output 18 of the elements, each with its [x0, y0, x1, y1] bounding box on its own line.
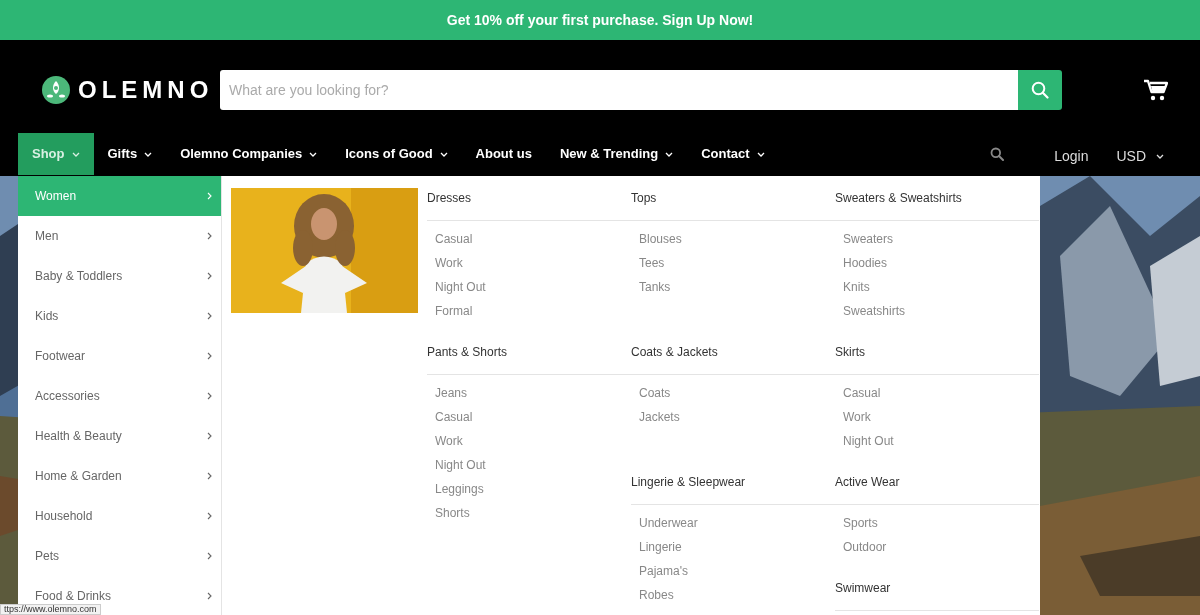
nav-tab[interactable]: Icons of Good	[331, 133, 462, 175]
currency-dropdown[interactable]: USD	[1102, 133, 1178, 175]
nav-tab[interactable]: Contact	[687, 133, 779, 175]
login-link[interactable]: Login	[1040, 133, 1103, 175]
logo-icon	[42, 76, 70, 104]
search-button[interactable]	[1018, 70, 1062, 110]
promo-banner-text[interactable]: Get 10% off your first purchase. Sign Up Now!	[446, 9, 754, 31]
nav-tab[interactable]: New & Trending	[545, 133, 688, 175]
search-icon	[1031, 81, 1049, 99]
nav-tab[interactable]: Shop	[18, 133, 94, 175]
logo-text[interactable]: OLEMNO	[78, 72, 214, 108]
caret-icon	[1156, 153, 1164, 159]
nav-tab[interactable]: About us	[461, 133, 546, 175]
cart-icon[interactable]	[1144, 79, 1168, 101]
search-icon[interactable]	[990, 147, 1005, 161]
nav-tab[interactable]: Gifts	[93, 133, 167, 175]
search-field[interactable]: What are you looking for?	[220, 70, 1018, 110]
nav-tab[interactable]: Olemno Companies	[166, 133, 332, 175]
